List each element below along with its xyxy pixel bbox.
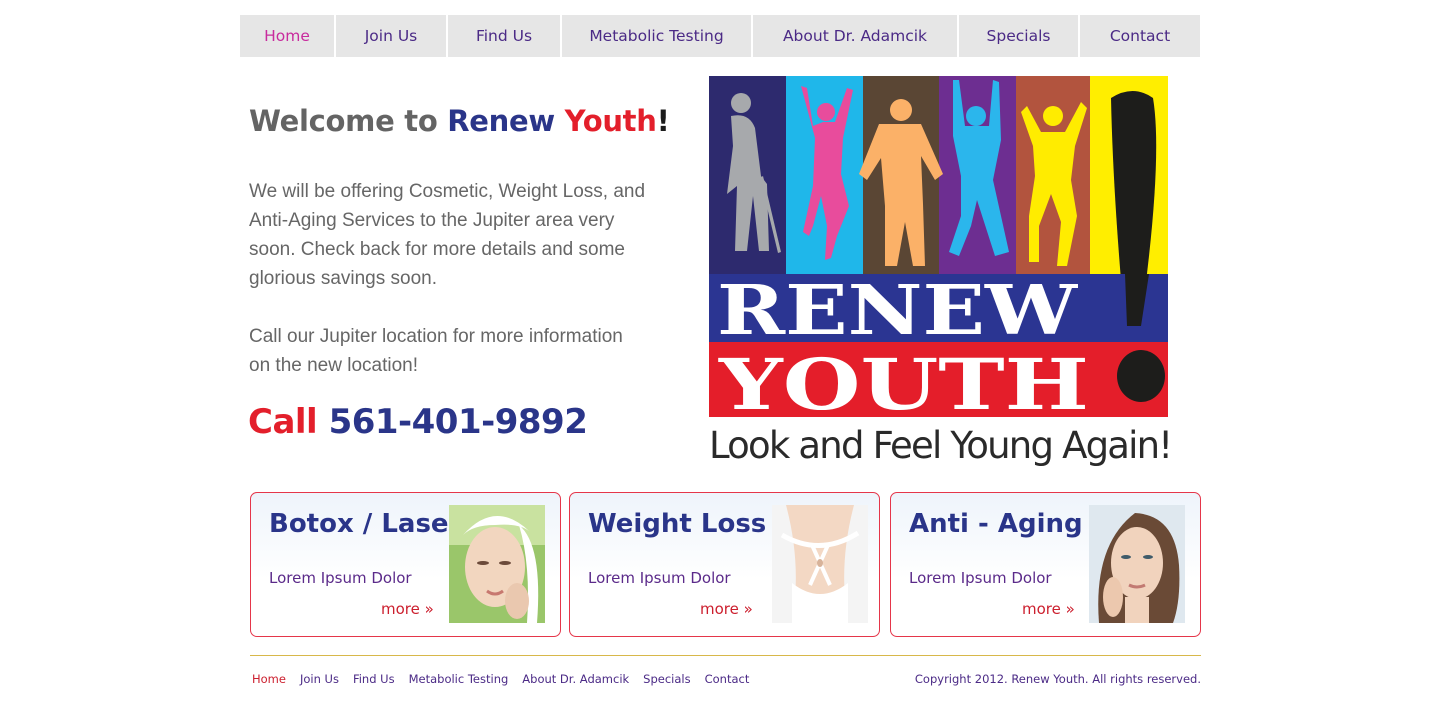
footer-nav: Home Join Us Find Us Metabolic Testing A…	[252, 672, 763, 686]
nav-item-about[interactable]: About Dr. Adamcik	[753, 15, 959, 57]
card-text: Lorem Ipsum Dolor	[588, 569, 731, 587]
footer-link-join-us[interactable]: Join Us	[300, 672, 339, 686]
welcome-space	[555, 104, 565, 138]
logo-tagline: Look and Feel Young Again!	[709, 424, 1173, 467]
nav-item-metabolic-testing[interactable]: Metabolic Testing	[562, 15, 753, 57]
nav-item-specials[interactable]: Specials	[959, 15, 1080, 57]
card-title: Botox / Laser	[269, 509, 462, 539]
nav-item-home[interactable]: Home	[240, 15, 336, 57]
nav-item-join-us[interactable]: Join Us	[336, 15, 448, 57]
page-title: Welcome to Renew Youth!	[249, 104, 670, 138]
footer-link-contact[interactable]: Contact	[705, 672, 750, 686]
welcome-exclamation: !	[656, 104, 670, 138]
footer-link-find-us[interactable]: Find Us	[353, 672, 395, 686]
card-botox-laser[interactable]: Botox / Laser Lorem Ipsum Dolor more »	[250, 492, 561, 637]
welcome-brand-youth: Youth	[564, 104, 657, 138]
exclamation-dot	[1117, 350, 1165, 402]
more-link[interactable]: more »	[381, 600, 434, 618]
welcome-prefix: Welcome to	[249, 104, 448, 138]
more-link[interactable]: more »	[1022, 600, 1075, 618]
main-nav: Home Join Us Find Us Metabolic Testing A…	[240, 15, 1200, 57]
card-anti-aging[interactable]: Anti - Aging Lorem Ipsum Dolor more »	[890, 492, 1201, 637]
intro-paragraph: We will be offering Cosmetic, Weight Los…	[249, 181, 646, 289]
footer-divider	[250, 655, 1201, 656]
renew-youth-logo: RENEW YOUTH	[709, 76, 1168, 417]
footer-link-metabolic-testing[interactable]: Metabolic Testing	[409, 672, 509, 686]
card-text: Lorem Ipsum Dolor	[269, 569, 412, 587]
card-weight-loss[interactable]: Weight Loss Lorem Ipsum Dolor more »	[569, 492, 880, 637]
card-title: Anti - Aging	[909, 509, 1083, 539]
footer-link-specials[interactable]: Specials	[643, 672, 690, 686]
location-paragraph: Call our Jupiter location for more infor…	[249, 326, 623, 376]
nav-item-contact[interactable]: Contact	[1080, 15, 1200, 57]
phone-number[interactable]: 561-401-9892	[329, 402, 588, 442]
welcome-brand-renew: Renew	[447, 104, 555, 138]
footer-link-home[interactable]: Home	[252, 672, 286, 686]
more-link[interactable]: more »	[700, 600, 753, 618]
call-phone[interactable]: Call 561-401-9892	[248, 402, 588, 442]
card-title: Weight Loss	[588, 509, 767, 539]
footer-link-about[interactable]: About Dr. Adamcik	[522, 672, 629, 686]
logo-word-youth: YOUTH	[718, 343, 1089, 417]
call-label: Call	[248, 402, 318, 442]
logo-word-renew: RENEW	[717, 271, 1079, 351]
measuring-tape-waist-image	[772, 505, 868, 623]
card-text: Lorem Ipsum Dolor	[909, 569, 1052, 587]
nav-item-find-us[interactable]: Find Us	[448, 15, 562, 57]
woman-face-portrait-image	[1089, 505, 1185, 623]
copyright-text: Copyright 2012. Renew Youth. All rights …	[914, 672, 1201, 686]
woman-face-spa-image	[449, 505, 545, 623]
